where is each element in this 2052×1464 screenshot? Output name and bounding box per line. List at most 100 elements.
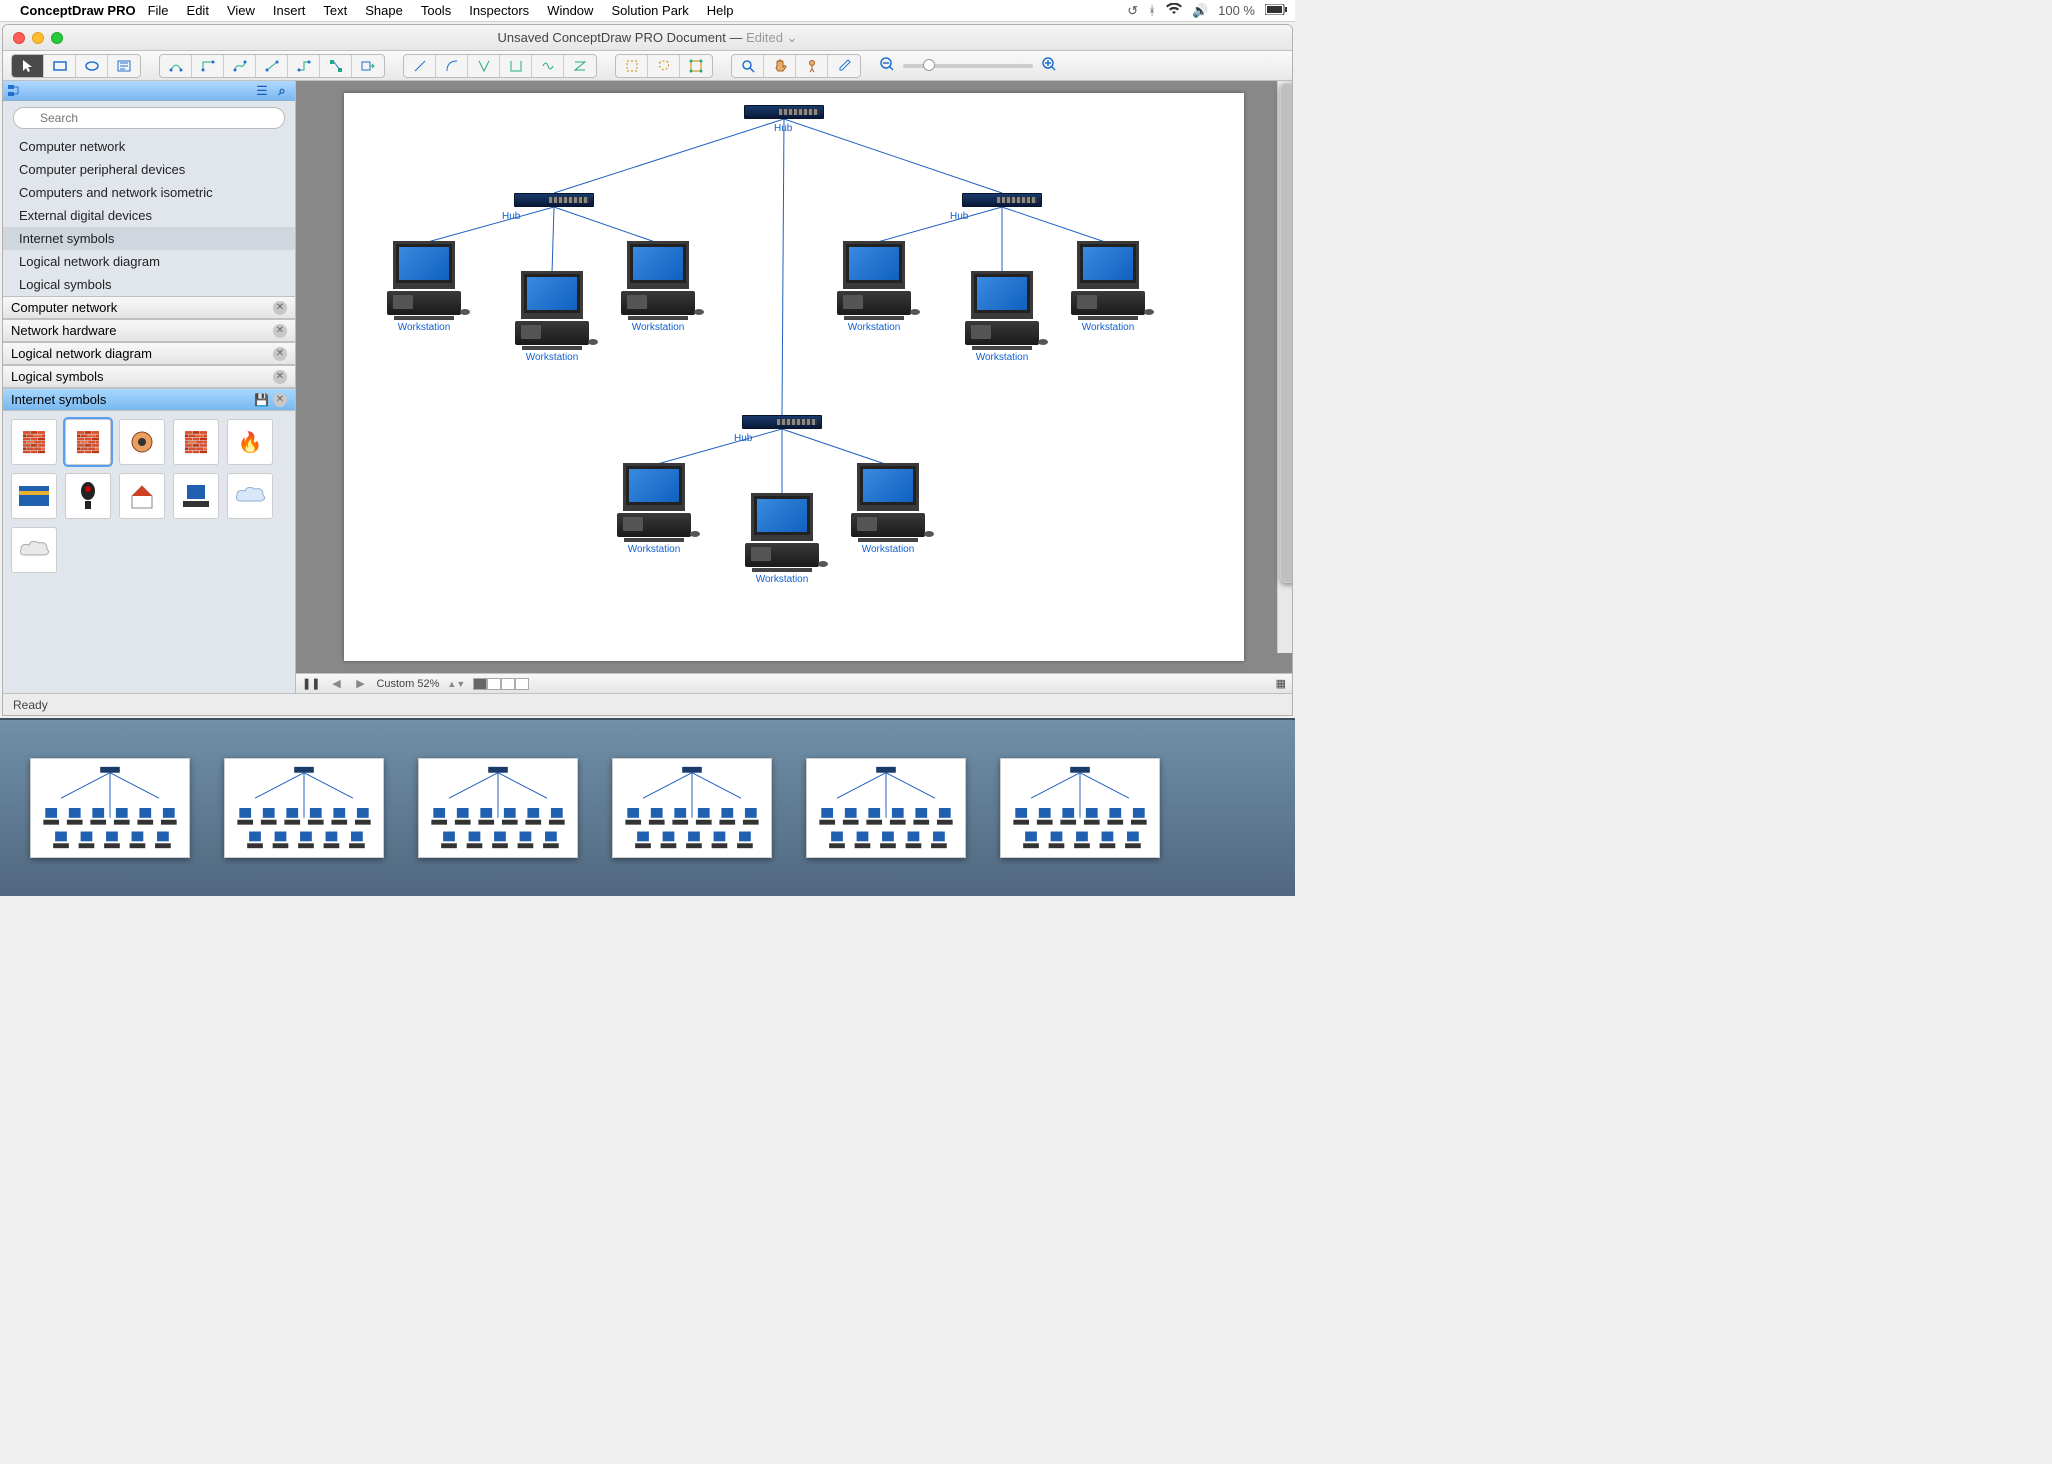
rect-tool[interactable] <box>44 55 76 77</box>
canvas-viewport[interactable]: HubHubHubHubWorkstationWorkstationWorkst… <box>296 81 1292 673</box>
pointer-tool[interactable] <box>12 55 44 77</box>
shape-home[interactable] <box>119 473 165 519</box>
window-close-button[interactable] <box>13 32 25 44</box>
pause-icon[interactable]: ❚❚ <box>302 677 320 690</box>
select-rect-tool[interactable] <box>616 55 648 77</box>
lib-item[interactable]: Logical symbols <box>3 273 295 296</box>
template-thumbnail[interactable] <box>224 758 384 858</box>
conn-export-tool[interactable] <box>352 55 384 77</box>
shape-cloud-gray[interactable] <box>11 527 57 573</box>
shape-webcam[interactable] <box>65 473 111 519</box>
template-thumbnail[interactable] <box>30 758 190 858</box>
menu-tools[interactable]: Tools <box>421 3 451 18</box>
shape-fire[interactable]: 🔥 <box>227 419 273 465</box>
textbox-tool[interactable] <box>108 55 140 77</box>
hub-node[interactable] <box>742 415 822 429</box>
open-lib-header[interactable]: Network hardware✕ <box>3 319 295 342</box>
sidebar-tab-tree-icon[interactable] <box>7 83 29 99</box>
menu-window[interactable]: Window <box>547 3 593 18</box>
bluetooth-icon[interactable]: ᚼ <box>1148 3 1156 18</box>
menu-edit[interactable]: Edit <box>187 3 209 18</box>
workstation-node[interactable]: Workstation <box>742 493 822 585</box>
zoom-level-label[interactable]: Custom 52% <box>376 678 439 690</box>
line-draw-tool[interactable] <box>404 55 436 77</box>
shape-firewall2[interactable]: 🧱 <box>173 419 219 465</box>
path-z-tool[interactable] <box>564 55 596 77</box>
template-thumbnail[interactable] <box>612 758 772 858</box>
workstation-node[interactable]: Workstation <box>618 241 698 333</box>
close-icon[interactable]: ✕ <box>273 301 287 315</box>
drawing-page[interactable]: HubHubHubHubWorkstationWorkstationWorkst… <box>344 93 1244 661</box>
conn-line-tool[interactable] <box>256 55 288 77</box>
lib-item[interactable]: Logical network diagram <box>3 250 295 273</box>
path-s-tool[interactable] <box>532 55 564 77</box>
eyedrop-tool[interactable] <box>828 55 860 77</box>
zoom-out-button[interactable] <box>879 56 895 75</box>
arc-draw-tool[interactable] <box>436 55 468 77</box>
timemachine-icon[interactable]: ↺ <box>1127 3 1138 19</box>
conn-bezier-tool[interactable] <box>160 55 192 77</box>
menu-inspectors[interactable]: Inspectors <box>469 3 529 18</box>
path-c-tool[interactable] <box>500 55 532 77</box>
template-thumbnail[interactable] <box>418 758 578 858</box>
conn-ortho-tool[interactable] <box>288 55 320 77</box>
sidebar-list-icon[interactable]: ☰ <box>253 83 271 99</box>
hub-node[interactable] <box>514 193 594 207</box>
grid-icon[interactable]: ▦ <box>1276 677 1286 690</box>
vertical-scrollbar[interactable] <box>1277 81 1292 653</box>
menu-shape[interactable]: Shape <box>365 3 403 18</box>
open-lib-header[interactable]: Logical symbols✕ <box>3 365 295 388</box>
workstation-node[interactable]: Workstation <box>512 271 592 363</box>
workstation-node[interactable]: Workstation <box>384 241 464 333</box>
lib-item[interactable]: Computer peripheral devices <box>3 158 295 181</box>
open-lib-header[interactable]: Logical network diagram✕ <box>3 342 295 365</box>
wifi-icon[interactable] <box>1166 3 1182 18</box>
app-name[interactable]: ConceptDraw PRO <box>20 3 136 18</box>
window-maximize-button[interactable] <box>51 32 63 44</box>
select-pick-tool[interactable] <box>680 55 712 77</box>
close-icon[interactable]: ✕ <box>273 347 287 361</box>
hub-node[interactable] <box>962 193 1042 207</box>
hub-node[interactable] <box>744 105 824 119</box>
template-thumbnail[interactable] <box>1000 758 1160 858</box>
shape-server[interactable] <box>173 473 219 519</box>
save-icon[interactable]: 💾 <box>254 393 269 407</box>
crop-tool[interactable] <box>796 55 828 77</box>
hand-tool[interactable] <box>764 55 796 77</box>
workstation-node[interactable]: Workstation <box>962 271 1042 363</box>
menu-insert[interactable]: Insert <box>273 3 306 18</box>
menu-solution-park[interactable]: Solution Park <box>611 3 688 18</box>
page-next-button[interactable]: ▶ <box>352 677 368 690</box>
shape-cloud[interactable] <box>227 473 273 519</box>
conn-spline-tool[interactable] <box>224 55 256 77</box>
menu-help[interactable]: Help <box>707 3 734 18</box>
template-thumbnail[interactable] <box>806 758 966 858</box>
menu-file[interactable]: File <box>148 3 169 18</box>
lib-item[interactable]: Internet symbols <box>3 227 295 250</box>
shape-firewall[interactable]: 🧱 <box>11 419 57 465</box>
titlebar[interactable]: Unsaved ConceptDraw PRO Document — Edite… <box>3 25 1292 51</box>
conn-angle-tool[interactable] <box>192 55 224 77</box>
workstation-node[interactable]: Workstation <box>834 241 914 333</box>
zoom-tool[interactable] <box>732 55 764 77</box>
ellipse-tool[interactable] <box>76 55 108 77</box>
conn-smart-tool[interactable] <box>320 55 352 77</box>
menu-text[interactable]: Text <box>323 3 347 18</box>
library-search-input[interactable] <box>13 107 285 129</box>
volume-icon[interactable]: 🔊 <box>1192 3 1208 19</box>
workstation-node[interactable]: Workstation <box>614 463 694 555</box>
lib-item[interactable]: External digital devices <box>3 204 295 227</box>
menu-view[interactable]: View <box>227 3 255 18</box>
workstation-node[interactable]: Workstation <box>848 463 928 555</box>
page-view-toggle[interactable] <box>473 678 529 690</box>
close-icon[interactable]: ✕ <box>273 370 287 384</box>
lib-item[interactable]: Computers and network isometric <box>3 181 295 204</box>
window-minimize-button[interactable] <box>32 32 44 44</box>
zoom-slider[interactable] <box>903 64 1033 68</box>
battery-icon[interactable] <box>1265 3 1287 18</box>
sidebar-search-icon[interactable]: ⌕ <box>273 83 291 99</box>
zoom-in-button[interactable] <box>1041 56 1057 75</box>
shape-brick-wall[interactable]: 🧱 <box>65 419 111 465</box>
workstation-node[interactable]: Workstation <box>1068 241 1148 333</box>
open-lib-header-active[interactable]: Internet symbols💾✕ <box>3 388 295 411</box>
